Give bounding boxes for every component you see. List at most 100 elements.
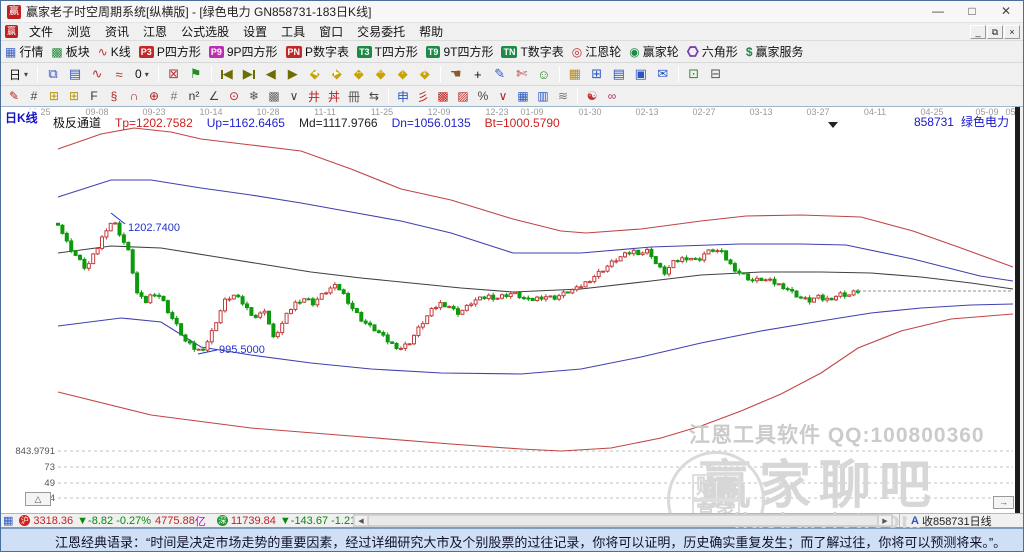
hand-tool-icon[interactable]: ☚ bbox=[446, 65, 466, 84]
menu-item-8[interactable]: 窗口 bbox=[312, 22, 350, 41]
menu-item-1[interactable]: 文件 bbox=[22, 22, 60, 41]
snowflake-icon[interactable]: ❄ bbox=[245, 88, 263, 105]
quote-grid-icon[interactable]: ▦ bbox=[3, 514, 13, 527]
winner-service-button[interactable]: $ 赢家服务 bbox=[746, 43, 804, 60]
zoom-in-v-icon[interactable]: ◆ ⇕ bbox=[415, 65, 435, 84]
t9-square-button[interactable]: T9 9T四方形 bbox=[425, 43, 494, 60]
menu-item-10[interactable]: 帮助 bbox=[412, 22, 450, 41]
menu-item-5[interactable]: 公式选股 bbox=[174, 22, 236, 41]
pen-tool-icon[interactable]: ✎ bbox=[5, 88, 23, 105]
quotes-button[interactable]: ▦ 行情 bbox=[5, 43, 43, 60]
horizontal-scrollbar[interactable]: ◀ ▶ bbox=[353, 514, 893, 527]
users-icon[interactable]: ☺ bbox=[534, 65, 554, 84]
shaded-box-icon[interactable]: ▩ bbox=[265, 88, 283, 105]
next-bar-icon[interactable]: ▶ bbox=[283, 65, 303, 84]
expand-panel-button[interactable]: △ bbox=[25, 492, 51, 506]
p-square-button[interactable]: P3 P四方形 bbox=[138, 43, 201, 60]
menu-item-7[interactable]: 工具 bbox=[274, 22, 312, 41]
zoom-in-h-icon[interactable]: ◆ ⇔ bbox=[371, 65, 391, 84]
close-series-label[interactable]: A 收858731日线 bbox=[907, 514, 996, 528]
rays-fan-icon[interactable]: 彡 bbox=[414, 88, 432, 105]
report-icon[interactable]: ▤ bbox=[609, 65, 629, 84]
gann-wheel-button[interactable]: ◎ 江恩轮 bbox=[572, 43, 622, 60]
last-bar-icon[interactable]: ▶ bbox=[239, 65, 259, 84]
crosshair-icon[interactable]: + bbox=[468, 65, 488, 84]
n-square-icon[interactable]: n² bbox=[185, 88, 203, 105]
calendar-icon[interactable]: ▦ bbox=[565, 65, 585, 84]
sectors-button[interactable]: ▩ 板块 bbox=[51, 43, 89, 60]
v-lines-icon[interactable]: ∨ bbox=[285, 88, 303, 105]
kline-style-icon[interactable]: ∿ bbox=[87, 65, 107, 84]
minimize-button[interactable]: — bbox=[921, 1, 955, 22]
mdi-restore-button[interactable]: ⧉ bbox=[987, 24, 1003, 39]
pillar-icon[interactable]: 申 bbox=[394, 88, 412, 105]
menu-item-3[interactable]: 资讯 bbox=[98, 22, 136, 41]
angle-line-icon[interactable]: ∠ bbox=[205, 88, 223, 105]
red-grid-icon[interactable]: 丼 bbox=[325, 88, 343, 105]
hexagon-button[interactable]: 六角形 bbox=[686, 43, 738, 60]
p9-square-button[interactable]: P9 9P四方形 bbox=[208, 43, 278, 60]
percent-icon[interactable]: % bbox=[474, 88, 492, 105]
first-bar-icon[interactable]: ◀ bbox=[217, 65, 237, 84]
red-gate-icon[interactable]: 井 bbox=[305, 88, 323, 105]
waves-icon[interactable]: ≋ bbox=[554, 88, 572, 105]
scrollbar-right-arrow[interactable]: ▶ bbox=[878, 515, 892, 526]
zigzag-icon[interactable]: ∨ bbox=[494, 88, 512, 105]
fib-f-icon[interactable]: F bbox=[85, 88, 103, 105]
menu-item-2[interactable]: 浏览 bbox=[60, 22, 98, 41]
kline-button[interactable]: ∿ K线 bbox=[98, 43, 131, 60]
cycle-arc-icon[interactable]: ∩ bbox=[125, 88, 143, 105]
stamp-text-bottom: 富家 bbox=[692, 500, 740, 513]
ma-style-icon[interactable]: ≈ bbox=[109, 65, 129, 84]
scroll-right-button[interactable]: → bbox=[993, 496, 1014, 509]
screen-send-icon[interactable]: ⊟ bbox=[706, 65, 726, 84]
mdi-close-button[interactable]: × bbox=[1004, 24, 1020, 39]
svg-text:03-13: 03-13 bbox=[749, 107, 772, 117]
circle-cycle-icon[interactable]: ⊕ bbox=[145, 88, 163, 105]
spiral-icon[interactable]: § bbox=[105, 88, 123, 105]
annotate-icon[interactable]: ✎ bbox=[490, 65, 510, 84]
calculator-icon[interactable]: ⊞ bbox=[587, 65, 607, 84]
pan-left-icon[interactable]: ◆ ◀ bbox=[305, 65, 325, 84]
zoom-out-v-icon[interactable]: ◆ ↕ bbox=[393, 65, 413, 84]
book-grid-icon[interactable]: 冊 bbox=[345, 88, 363, 105]
mail-icon[interactable]: ✉ bbox=[653, 65, 673, 84]
p-number-button[interactable]: PN P数字表 bbox=[285, 43, 349, 60]
scrollbar-left-arrow[interactable]: ◀ bbox=[354, 515, 368, 526]
zoom-out-h-icon[interactable]: ◆ ↔ bbox=[349, 65, 369, 84]
cut-icon[interactable]: ✄ bbox=[512, 65, 532, 84]
gann-square-icon[interactable]: ⊞ bbox=[45, 88, 63, 105]
red-hatch-icon[interactable]: ▨ bbox=[454, 88, 472, 105]
menu-item-6[interactable]: 设置 bbox=[236, 22, 274, 41]
infinity-icon[interactable]: ∞ bbox=[603, 88, 621, 105]
target-icon[interactable]: ⊙ bbox=[225, 88, 243, 105]
ruler2-icon[interactable]: # bbox=[165, 88, 183, 105]
adjust-selector[interactable]: 0 ▾ bbox=[131, 66, 153, 82]
close-button[interactable]: ✕ bbox=[989, 1, 1023, 22]
yinyang-icon[interactable]: ☯ bbox=[583, 88, 601, 105]
scrollbar-thumb[interactable] bbox=[368, 515, 878, 526]
winner-wheel-button[interactable]: ◉ 赢家轮 bbox=[629, 43, 679, 60]
ruler-grid-icon[interactable]: # bbox=[25, 88, 43, 105]
span-arrows-icon[interactable]: ⇆ bbox=[365, 88, 383, 105]
exrights-icon[interactable]: ⊠ bbox=[164, 65, 184, 84]
screen-plus-icon[interactable]: ⊡ bbox=[684, 65, 704, 84]
pan-right-icon[interactable]: ◆ ▶ bbox=[327, 65, 347, 84]
maximize-button[interactable]: □ bbox=[955, 1, 989, 22]
clipboard-icon[interactable]: ▤ bbox=[65, 65, 85, 84]
layout-icon[interactable]: ⧉ bbox=[43, 65, 63, 84]
t9-square-button-label: 9T四方形 bbox=[443, 45, 494, 59]
flag-icon[interactable]: ⚑ bbox=[186, 65, 206, 84]
red-square-icon[interactable]: ▩ bbox=[434, 88, 452, 105]
save-icon[interactable]: ▣ bbox=[631, 65, 651, 84]
menu-item-4[interactable]: 江恩 bbox=[136, 22, 174, 41]
t-square-button[interactable]: T3 T四方形 bbox=[357, 43, 418, 60]
menu-item-9[interactable]: 交易委托 bbox=[350, 22, 412, 41]
t-number-button[interactable]: TN T数字表 bbox=[501, 43, 564, 60]
period-selector[interactable]: 日 ▾ bbox=[5, 65, 32, 84]
mdi-minimize-button[interactable]: _ bbox=[970, 24, 986, 39]
gann-square9-icon[interactable]: ⊞ bbox=[65, 88, 83, 105]
blue-grid-icon[interactable]: ▦ bbox=[514, 88, 532, 105]
prev-bar-icon[interactable]: ◀ bbox=[261, 65, 281, 84]
blue-sheet-icon[interactable]: ▥ bbox=[534, 88, 552, 105]
